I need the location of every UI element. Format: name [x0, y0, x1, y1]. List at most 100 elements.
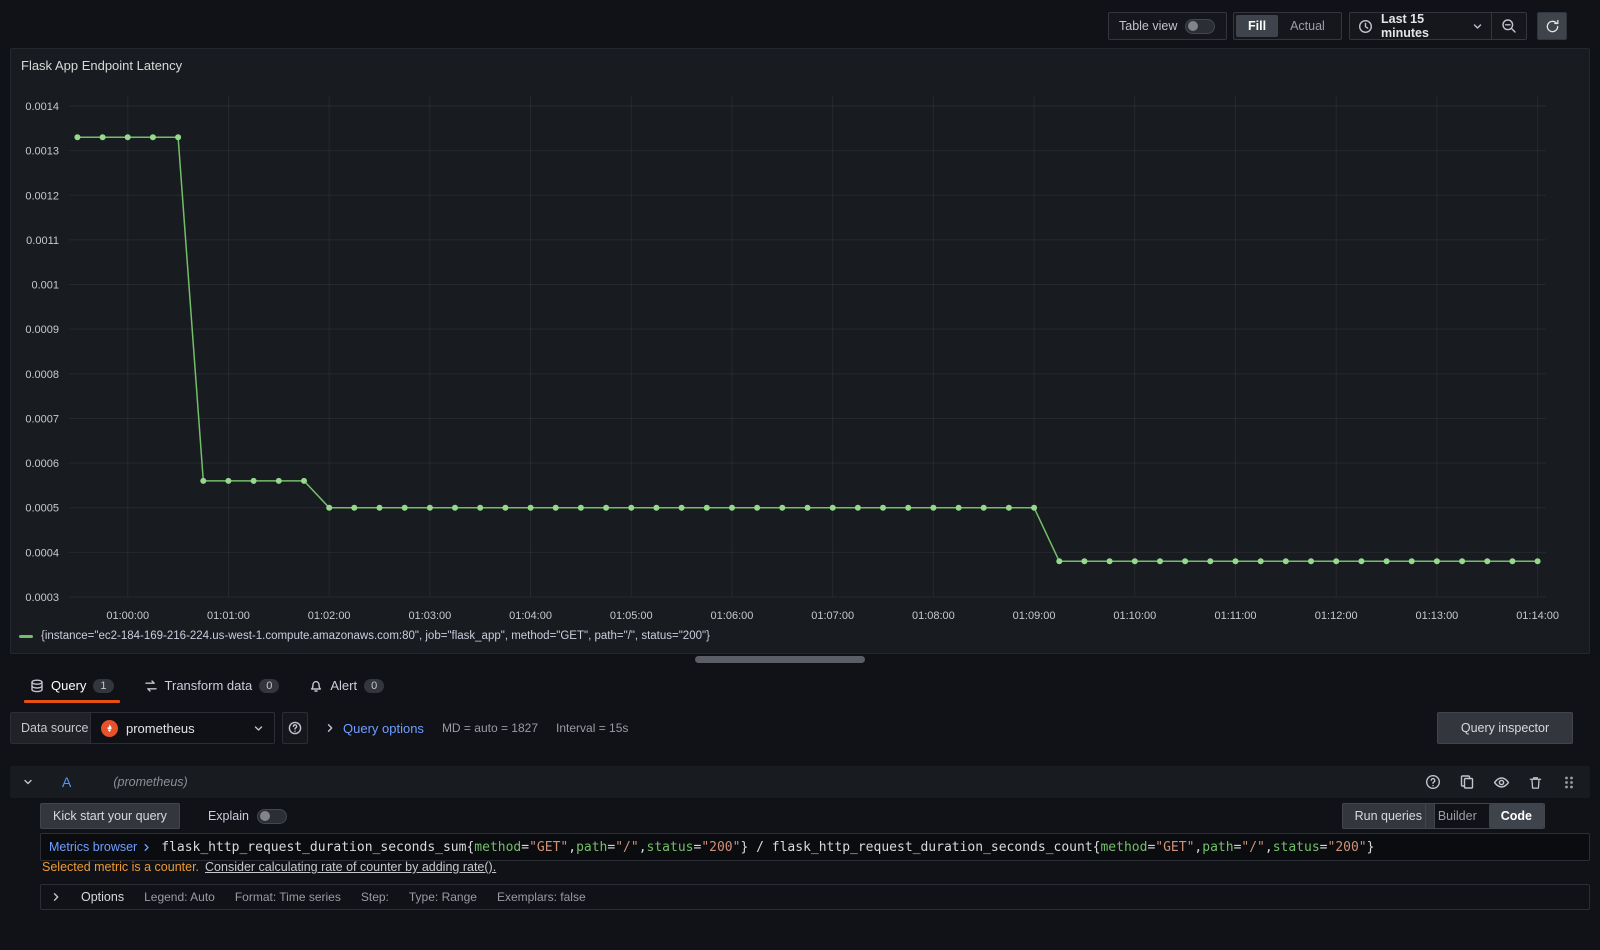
- run-queries-button[interactable]: Run queries: [1341, 803, 1435, 829]
- svg-text:01:06:00: 01:06:00: [711, 610, 754, 622]
- svg-text:0.0008: 0.0008: [25, 369, 59, 381]
- options-label: Options: [81, 890, 125, 904]
- tab-badge: 1: [93, 678, 114, 693]
- query-row-header[interactable]: A (prometheus): [10, 766, 1590, 798]
- query-expression[interactable]: flask_http_request_duration_seconds_sum{…: [161, 840, 1374, 855]
- metrics-browser-label: Metrics browser: [49, 840, 138, 854]
- collapse-chevron-icon[interactable]: [22, 776, 34, 788]
- datasource-help-button[interactable]: [282, 712, 308, 744]
- svg-text:0.0011: 0.0011: [26, 235, 59, 247]
- chevron-down-icon: [1472, 21, 1483, 32]
- explain-label: Explain: [207, 809, 249, 823]
- editor-tabs: Query 1 Transform data 0 Alert 0: [0, 668, 1600, 703]
- time-picker-group: Last 15 minutes: [1349, 12, 1527, 40]
- tab-query[interactable]: Query 1: [20, 668, 124, 703]
- tab-alert[interactable]: Alert 0: [299, 668, 394, 703]
- svg-text:0.0004: 0.0004: [25, 547, 59, 559]
- remove-query-button[interactable]: [1526, 773, 1544, 791]
- svg-text:01:10:00: 01:10:00: [1113, 610, 1156, 622]
- svg-text:01:13:00: 01:13:00: [1415, 610, 1458, 622]
- svg-text:01:11:00: 01:11:00: [1214, 610, 1256, 622]
- svg-text:01:00:00: 01:00:00: [106, 610, 149, 622]
- legend-swatch: [19, 634, 33, 638]
- chevron-right-icon: [325, 723, 335, 733]
- warning-rate-link[interactable]: Consider calculating rate of counter by …: [205, 860, 496, 874]
- table-view-toggle[interactable]: [1185, 18, 1216, 34]
- series-legend[interactable]: {instance="ec2-184-169-216-224.us-west-1…: [19, 630, 710, 642]
- tab-badge: 0: [259, 678, 280, 693]
- query-toolbar-row: Kick start your query Explain Run querie…: [40, 803, 1590, 829]
- tab-badge: 0: [364, 678, 385, 693]
- tab-transform-data[interactable]: Transform data 0: [134, 668, 290, 703]
- toggle-knob: [259, 811, 270, 821]
- svg-text:01:08:00: 01:08:00: [912, 610, 955, 622]
- duplicate-query-button[interactable]: [1458, 773, 1476, 791]
- bell-icon: [309, 679, 323, 693]
- zoom-out-button[interactable]: [1491, 13, 1526, 39]
- chevron-right-icon: [144, 843, 149, 851]
- query-inspector-button[interactable]: Query inspector: [1437, 712, 1573, 744]
- actual-button[interactable]: Actual: [1278, 15, 1337, 37]
- question-circle-icon: [288, 721, 302, 735]
- svg-text:01:01:00: 01:01:00: [207, 610, 250, 622]
- table-view-control: Table view: [1108, 12, 1227, 40]
- options-legend: Legend: Auto: [144, 890, 215, 904]
- max-data-points-text: MD = auto = 1827: [441, 721, 539, 735]
- tab-label: Transform data: [164, 678, 253, 693]
- svg-text:01:07:00: 01:07:00: [811, 610, 854, 622]
- database-icon: [30, 679, 44, 693]
- datasource-value: prometheus: [126, 720, 195, 736]
- svg-text:01:05:00: 01:05:00: [610, 610, 653, 622]
- svg-text:0.0003: 0.0003: [25, 592, 59, 604]
- query-editor: Metrics browser flask_http_request_durat…: [40, 833, 1590, 861]
- code-button[interactable]: Code: [1488, 804, 1544, 828]
- trash-icon: [1529, 776, 1541, 789]
- counter-warning: Selected metric is a counter. Consider c…: [42, 860, 496, 874]
- svg-text:0.0006: 0.0006: [25, 458, 59, 470]
- query-options-summary[interactable]: Options Legend: Auto Format: Time series…: [40, 884, 1590, 910]
- svg-text:01:03:00: 01:03:00: [408, 610, 451, 622]
- explain-control: Explain: [207, 808, 287, 824]
- svg-text:0.001: 0.001: [31, 280, 59, 292]
- metrics-browser-button[interactable]: Metrics browser: [41, 840, 161, 854]
- active-tab-underline: [24, 700, 120, 703]
- refresh-icon: [1546, 19, 1558, 32]
- panel-title: Flask App Endpoint Latency: [21, 58, 183, 73]
- tab-label: Query: [51, 678, 87, 693]
- horizontal-scrollbar[interactable]: [695, 656, 865, 663]
- refresh-button[interactable]: [1537, 12, 1567, 40]
- options-step: Step:: [360, 890, 389, 904]
- svg-text:0.0009: 0.0009: [25, 324, 59, 336]
- query-options-link[interactable]: Query options: [343, 721, 424, 736]
- clock-icon: [1358, 19, 1373, 34]
- svg-text:0.0005: 0.0005: [25, 503, 59, 515]
- eye-icon: [1493, 776, 1509, 788]
- svg-text:01:02:00: 01:02:00: [308, 610, 351, 622]
- fill-actual-group: Fill Actual: [1233, 12, 1342, 40]
- grip-dots-icon: [1565, 776, 1573, 788]
- svg-text:0.0012: 0.0012: [25, 190, 59, 202]
- interval-text: Interval = 15s: [556, 721, 629, 735]
- svg-text:01:09:00: 01:09:00: [1013, 610, 1056, 622]
- kick-start-query-button[interactable]: Kick start your query: [40, 803, 180, 829]
- timeseries-svg[interactable]: 01:00:00 01:01:00 01:02:00 01:03:00 01:04:00…: [11, 49, 1591, 629]
- datasource-label: Data source: [10, 712, 100, 744]
- legend-series-name: {instance="ec2-184-169-216-224.us-west-1…: [41, 630, 710, 642]
- options-type: Type: Range: [408, 890, 477, 904]
- builder-button[interactable]: Builder: [1426, 804, 1489, 828]
- datasource-picker[interactable]: prometheus: [90, 712, 275, 744]
- copy-icon: [1460, 775, 1474, 789]
- options-format: Format: Time series: [234, 890, 341, 904]
- svg-text:0.0014: 0.0014: [25, 101, 59, 113]
- svg-text:0.0007: 0.0007: [25, 413, 59, 425]
- warning-text: Selected metric is a counter.: [42, 860, 200, 874]
- query-help-button[interactable]: [1424, 773, 1442, 791]
- svg-text:01:14:00: 01:14:00: [1516, 610, 1559, 622]
- hide-query-button[interactable]: [1492, 773, 1510, 791]
- explain-toggle[interactable]: [256, 808, 287, 824]
- drag-handle[interactable]: [1560, 773, 1578, 791]
- fill-button[interactable]: Fill: [1236, 15, 1279, 37]
- svg-text:01:04:00: 01:04:00: [509, 610, 552, 622]
- builder-code-group: Builder Code: [1424, 803, 1545, 829]
- time-range-picker[interactable]: Last 15 minutes: [1350, 12, 1491, 40]
